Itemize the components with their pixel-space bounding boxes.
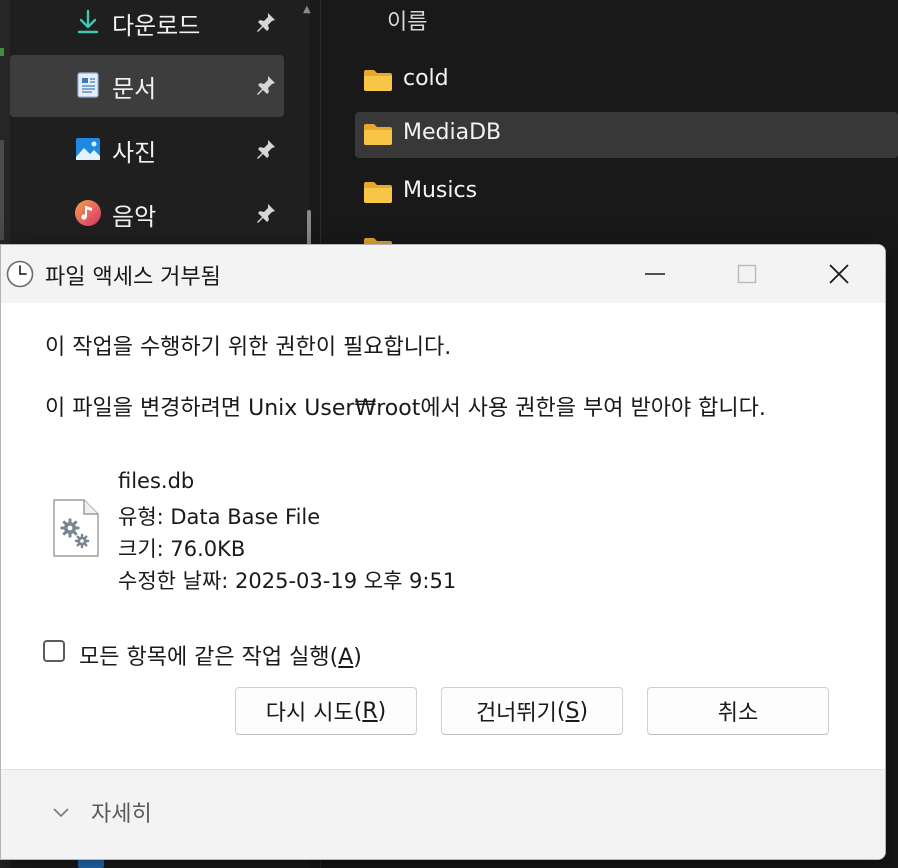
minimize-button[interactable] xyxy=(609,245,701,303)
close-icon xyxy=(829,264,849,284)
clock-icon xyxy=(6,260,34,288)
secondary-message: 이 파일을 변경하려면 Unix User₩root에서 사용 권한을 부여 받… xyxy=(45,396,766,421)
skip-button-label: 건너뛰기 xyxy=(475,701,557,726)
maximize-icon xyxy=(737,264,757,284)
documents-icon xyxy=(77,72,99,98)
file-name: cold xyxy=(403,66,449,91)
skip-mnemonic: S xyxy=(565,698,580,724)
file-size-label: 크기: 76.0KB xyxy=(118,537,246,561)
maximize-button xyxy=(701,245,793,303)
music-icon xyxy=(75,200,101,226)
retry-mnemonic: R xyxy=(362,698,378,724)
dialog-title: 파일 액세스 거부됨 xyxy=(45,265,221,290)
apply-to-all-label[interactable]: 모든 항목에 같은 작업 실행(A) xyxy=(79,639,362,671)
pin-icon xyxy=(257,13,275,32)
file-name: Musics xyxy=(403,178,478,203)
nav-item-label: 문서 xyxy=(112,75,157,103)
file-name: MediaDB xyxy=(403,120,502,145)
nav-item-label: 음악 xyxy=(112,203,157,231)
scroll-up-arrow-icon[interactable]: ▲ xyxy=(303,4,311,15)
close-button[interactable] xyxy=(793,245,885,303)
retry-button[interactable]: 다시 시도(R) xyxy=(235,687,417,735)
pin-icon xyxy=(257,204,275,223)
download-icon xyxy=(77,9,99,34)
retry-button-label: 다시 시도 xyxy=(265,701,354,726)
nav-item-music[interactable]: 음악 xyxy=(10,183,284,245)
minimize-icon xyxy=(645,273,665,275)
details-toggle[interactable]: 자세히 xyxy=(91,796,152,828)
file-access-denied-dialog: 파일 액세스 거부됨 이 작업을 수행하기 위한 권한이 필요합니다. 이 파일… xyxy=(0,244,886,860)
nav-item-documents[interactable]: 문서 xyxy=(10,55,284,117)
primary-message: 이 작업을 수행하기 위한 권한이 필요합니다. xyxy=(45,335,452,360)
folder-icon xyxy=(364,182,392,203)
pin-icon xyxy=(257,76,275,95)
database-file-icon xyxy=(53,499,99,557)
dialog-titlebar[interactable]: 파일 액세스 거부됨 xyxy=(1,245,885,303)
file-type-label: 유형: Data Base File xyxy=(118,505,321,529)
edge-accent-2 xyxy=(0,140,4,240)
apply-to-all-checkbox[interactable] xyxy=(43,640,65,662)
nav-item-pictures[interactable]: 사진 xyxy=(10,119,284,181)
chevron-down-icon[interactable] xyxy=(51,802,71,822)
nav-item-downloads[interactable]: 다운로드 xyxy=(10,0,284,54)
cancel-button-label: 취소 xyxy=(717,701,759,726)
edge-accent xyxy=(0,48,4,56)
file-name-label: files.db xyxy=(118,469,195,493)
folder-icon xyxy=(364,124,392,145)
column-header-name[interactable]: 이름 xyxy=(387,4,427,36)
nav-item-label: 다운로드 xyxy=(112,12,201,40)
skip-button[interactable]: 건너뛰기(S) xyxy=(441,687,623,735)
pin-icon xyxy=(257,140,275,159)
details-footer: 자세히 xyxy=(1,770,885,859)
file-row[interactable]: cold xyxy=(355,58,898,104)
folder-icon xyxy=(364,70,392,91)
file-row[interactable]: Musics xyxy=(355,170,898,216)
pictures-icon xyxy=(76,138,100,160)
file-row[interactable]: MediaDB xyxy=(355,112,898,158)
nav-item-label: 사진 xyxy=(112,139,157,167)
file-modified-label: 수정한 날짜: 2025-03-19 오후 9:51 xyxy=(118,569,457,593)
cancel-button[interactable]: 취소 xyxy=(647,687,829,735)
